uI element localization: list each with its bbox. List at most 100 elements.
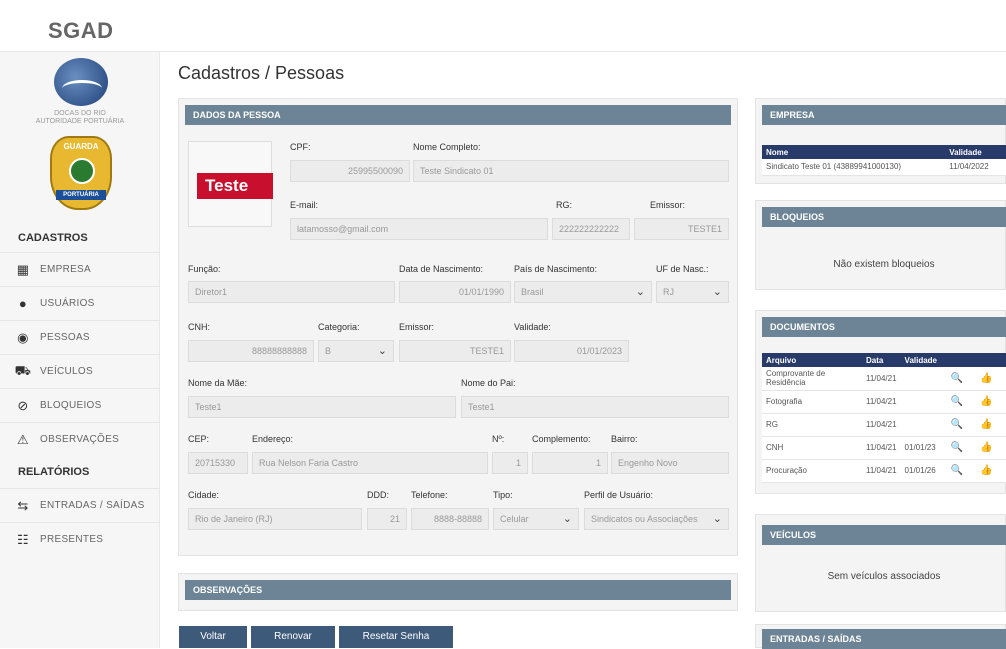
telefone-field[interactable]: 8888-88888 (411, 508, 489, 530)
photo-text: Teste (197, 173, 273, 199)
doc-validade (900, 367, 947, 391)
table-row[interactable]: Procuração 11/04/21 01/01/26 🔍 👍 (762, 459, 1006, 483)
empresa-validade: 11/04/2022 (945, 159, 1006, 176)
view-document-icon[interactable]: 🔍 (951, 419, 963, 430)
email-field[interactable]: latamosso@gmail.com (290, 218, 548, 240)
user-icon: ● (18, 296, 28, 311)
chevron-down-icon: ⌄ (712, 286, 722, 298)
sidebar: DOCAS DO RIO AUTORIDADE PORTUÁRIA GUARDA … (0, 52, 160, 648)
badge-bottom-text: PORTUÁRIA (56, 190, 106, 200)
pais-label: País de Nascimento: (514, 264, 598, 274)
sidebar-item-veiculos[interactable]: ⛟ VEÍCULOS (0, 354, 160, 388)
funcao-field[interactable]: Diretor1 (188, 281, 395, 303)
name-label: Nome Completo: (413, 142, 481, 152)
approve-icon[interactable]: 👍 (980, 373, 992, 384)
emissor-field[interactable]: TESTE1 (634, 218, 729, 240)
sidebar-item-entradas-saidas[interactable]: ⇆ ENTRADAS / SAÍDAS (0, 488, 160, 522)
doc-validade: 01/01/23 (900, 436, 947, 460)
col-validade: Validade (945, 145, 1006, 159)
bairro-field[interactable]: Engenho Novo (611, 452, 729, 474)
ddd-field[interactable]: 21 (367, 508, 407, 530)
rg-field[interactable]: 222222222222 (552, 218, 630, 240)
table-row[interactable]: Fotografia 11/04/21 🔍 👍 (762, 390, 1006, 414)
numero-field[interactable]: 1 (492, 452, 528, 474)
veiculos-empty: Sem veículos associados (827, 571, 941, 582)
arrows-icon: ⇆ (17, 497, 29, 513)
sidebar-item-empresa[interactable]: ▦ EMPRESA (0, 252, 160, 286)
numero-label: Nº: (492, 434, 505, 444)
cpf-field[interactable]: 25995500090 (290, 160, 410, 182)
endereco-field[interactable]: Rua Nelson Faria Castro (252, 452, 488, 474)
person-panel-header: DADOS DA PESSOA (185, 105, 731, 125)
nascimento-field[interactable]: 01/01/1990 (399, 281, 511, 303)
section-cadastros: CADASTROS (18, 232, 88, 244)
approve-icon[interactable]: 👍 (980, 465, 992, 476)
table-row[interactable]: RG 11/04/21 🔍 👍 (762, 413, 1006, 437)
sidebar-item-bloqueios[interactable]: ⊘ BLOQUEIOS (0, 388, 160, 422)
pais-select[interactable]: Brasil ⌄ (514, 281, 652, 303)
docas-logo (54, 58, 108, 106)
renovar-button[interactable]: Renovar (251, 626, 335, 648)
doc-arquivo: Fotografia (762, 390, 862, 414)
perfil-value: Sindicatos ou Associações (591, 514, 698, 524)
uf-value: RJ (663, 287, 674, 297)
col-validade: Validade (900, 353, 947, 367)
empresa-nome: Sindicato Teste 01 (43889941000130) (762, 159, 946, 176)
sidebar-item-pessoas[interactable]: ◉ PESSOAS (0, 320, 160, 354)
chevron-down-icon: ⌄ (635, 286, 645, 298)
bairro-label: Bairro: (611, 434, 638, 444)
cep-field[interactable]: 20715330 (188, 452, 248, 474)
table-row[interactable]: CNH 11/04/21 01/01/23 🔍 👍 (762, 436, 1006, 460)
categoria-select[interactable]: B ⌄ (318, 340, 394, 362)
empresa-table: Nome Validade Sindicato Teste 01 (4388994… (762, 145, 1006, 176)
uf-label: UF de Nasc.: (656, 264, 709, 274)
emissor-label: Emissor: (650, 200, 686, 210)
cidade-field[interactable]: Rio de Janeiro (RJ) (188, 508, 362, 530)
approve-icon[interactable]: 👍 (980, 419, 992, 430)
badge-top-text: GUARDA (63, 142, 99, 151)
table-row[interactable]: Comprovante de Residência 11/04/21 🔍 👍 (762, 367, 1006, 391)
col-data: Data (862, 353, 901, 367)
name-field[interactable]: Teste Sindicato 01 (413, 160, 729, 182)
cpf-label: CPF: (290, 142, 311, 152)
docas-logo-text: DOCAS DO RIO AUTORIDADE PORTUÁRIA (35, 110, 125, 125)
view-document-icon[interactable]: 🔍 (951, 396, 963, 407)
pai-label: Nome do Pai: (461, 378, 516, 388)
page-title: Cadastros / Pessoas (178, 63, 345, 83)
cidade-label: Cidade: (188, 490, 220, 500)
view-document-icon[interactable]: 🔍 (951, 465, 963, 476)
validade-label: Validade: (514, 322, 551, 332)
uf-select[interactable]: RJ ⌄ (656, 281, 729, 303)
categoria-value: B (325, 346, 332, 356)
chevron-down-icon: ⌄ (377, 345, 387, 357)
table-row[interactable]: Sindicato Teste 01 (43889941000130) 11/04… (762, 159, 1006, 176)
cnh-emissor-label: Emissor: (399, 322, 435, 332)
perfil-select[interactable]: Sindicatos ou Associações ⌄ (584, 508, 729, 530)
cep-label: CEP: (188, 434, 210, 444)
tipo-select[interactable]: Celular ⌄ (493, 508, 579, 530)
doc-arquivo: Procuração (762, 459, 862, 483)
documentos-header: DOCUMENTOS (762, 317, 1006, 337)
observacoes-header: OBSERVAÇÕES (185, 580, 731, 600)
resetar-senha-button[interactable]: Resetar Senha (339, 626, 453, 648)
complemento-label: Complemento: (532, 434, 591, 444)
approve-icon[interactable]: 👍 (980, 396, 992, 407)
entradas-header: ENTRADAS / SAÍDAS (762, 629, 1006, 649)
funcao-label: Função: (188, 264, 221, 274)
cnh-field[interactable]: 88888888888 (188, 340, 314, 362)
doc-arquivo: CNH (762, 436, 862, 460)
view-document-icon[interactable]: 🔍 (951, 442, 963, 453)
cnh-emissor-field[interactable]: TESTE1 (399, 340, 511, 362)
view-document-icon[interactable]: 🔍 (951, 373, 963, 384)
sidebar-item-observacoes[interactable]: ⚠ OBSERVAÇÕES (0, 422, 160, 456)
sidebar-item-presentes[interactable]: ☷ PRESENTES (0, 522, 160, 556)
doc-data: 11/04/21 (862, 459, 901, 483)
car-icon: ⛟ (14, 362, 32, 378)
complemento-field[interactable]: 1 (532, 452, 608, 474)
approve-icon[interactable]: 👍 (980, 442, 992, 453)
pai-field[interactable]: Teste1 (461, 396, 729, 418)
validade-field[interactable]: 01/01/2023 (514, 340, 629, 362)
sidebar-item-usuarios[interactable]: ● USUÁRIOS (0, 286, 160, 320)
mae-field[interactable]: Teste1 (188, 396, 456, 418)
voltar-button[interactable]: Voltar (179, 626, 247, 648)
